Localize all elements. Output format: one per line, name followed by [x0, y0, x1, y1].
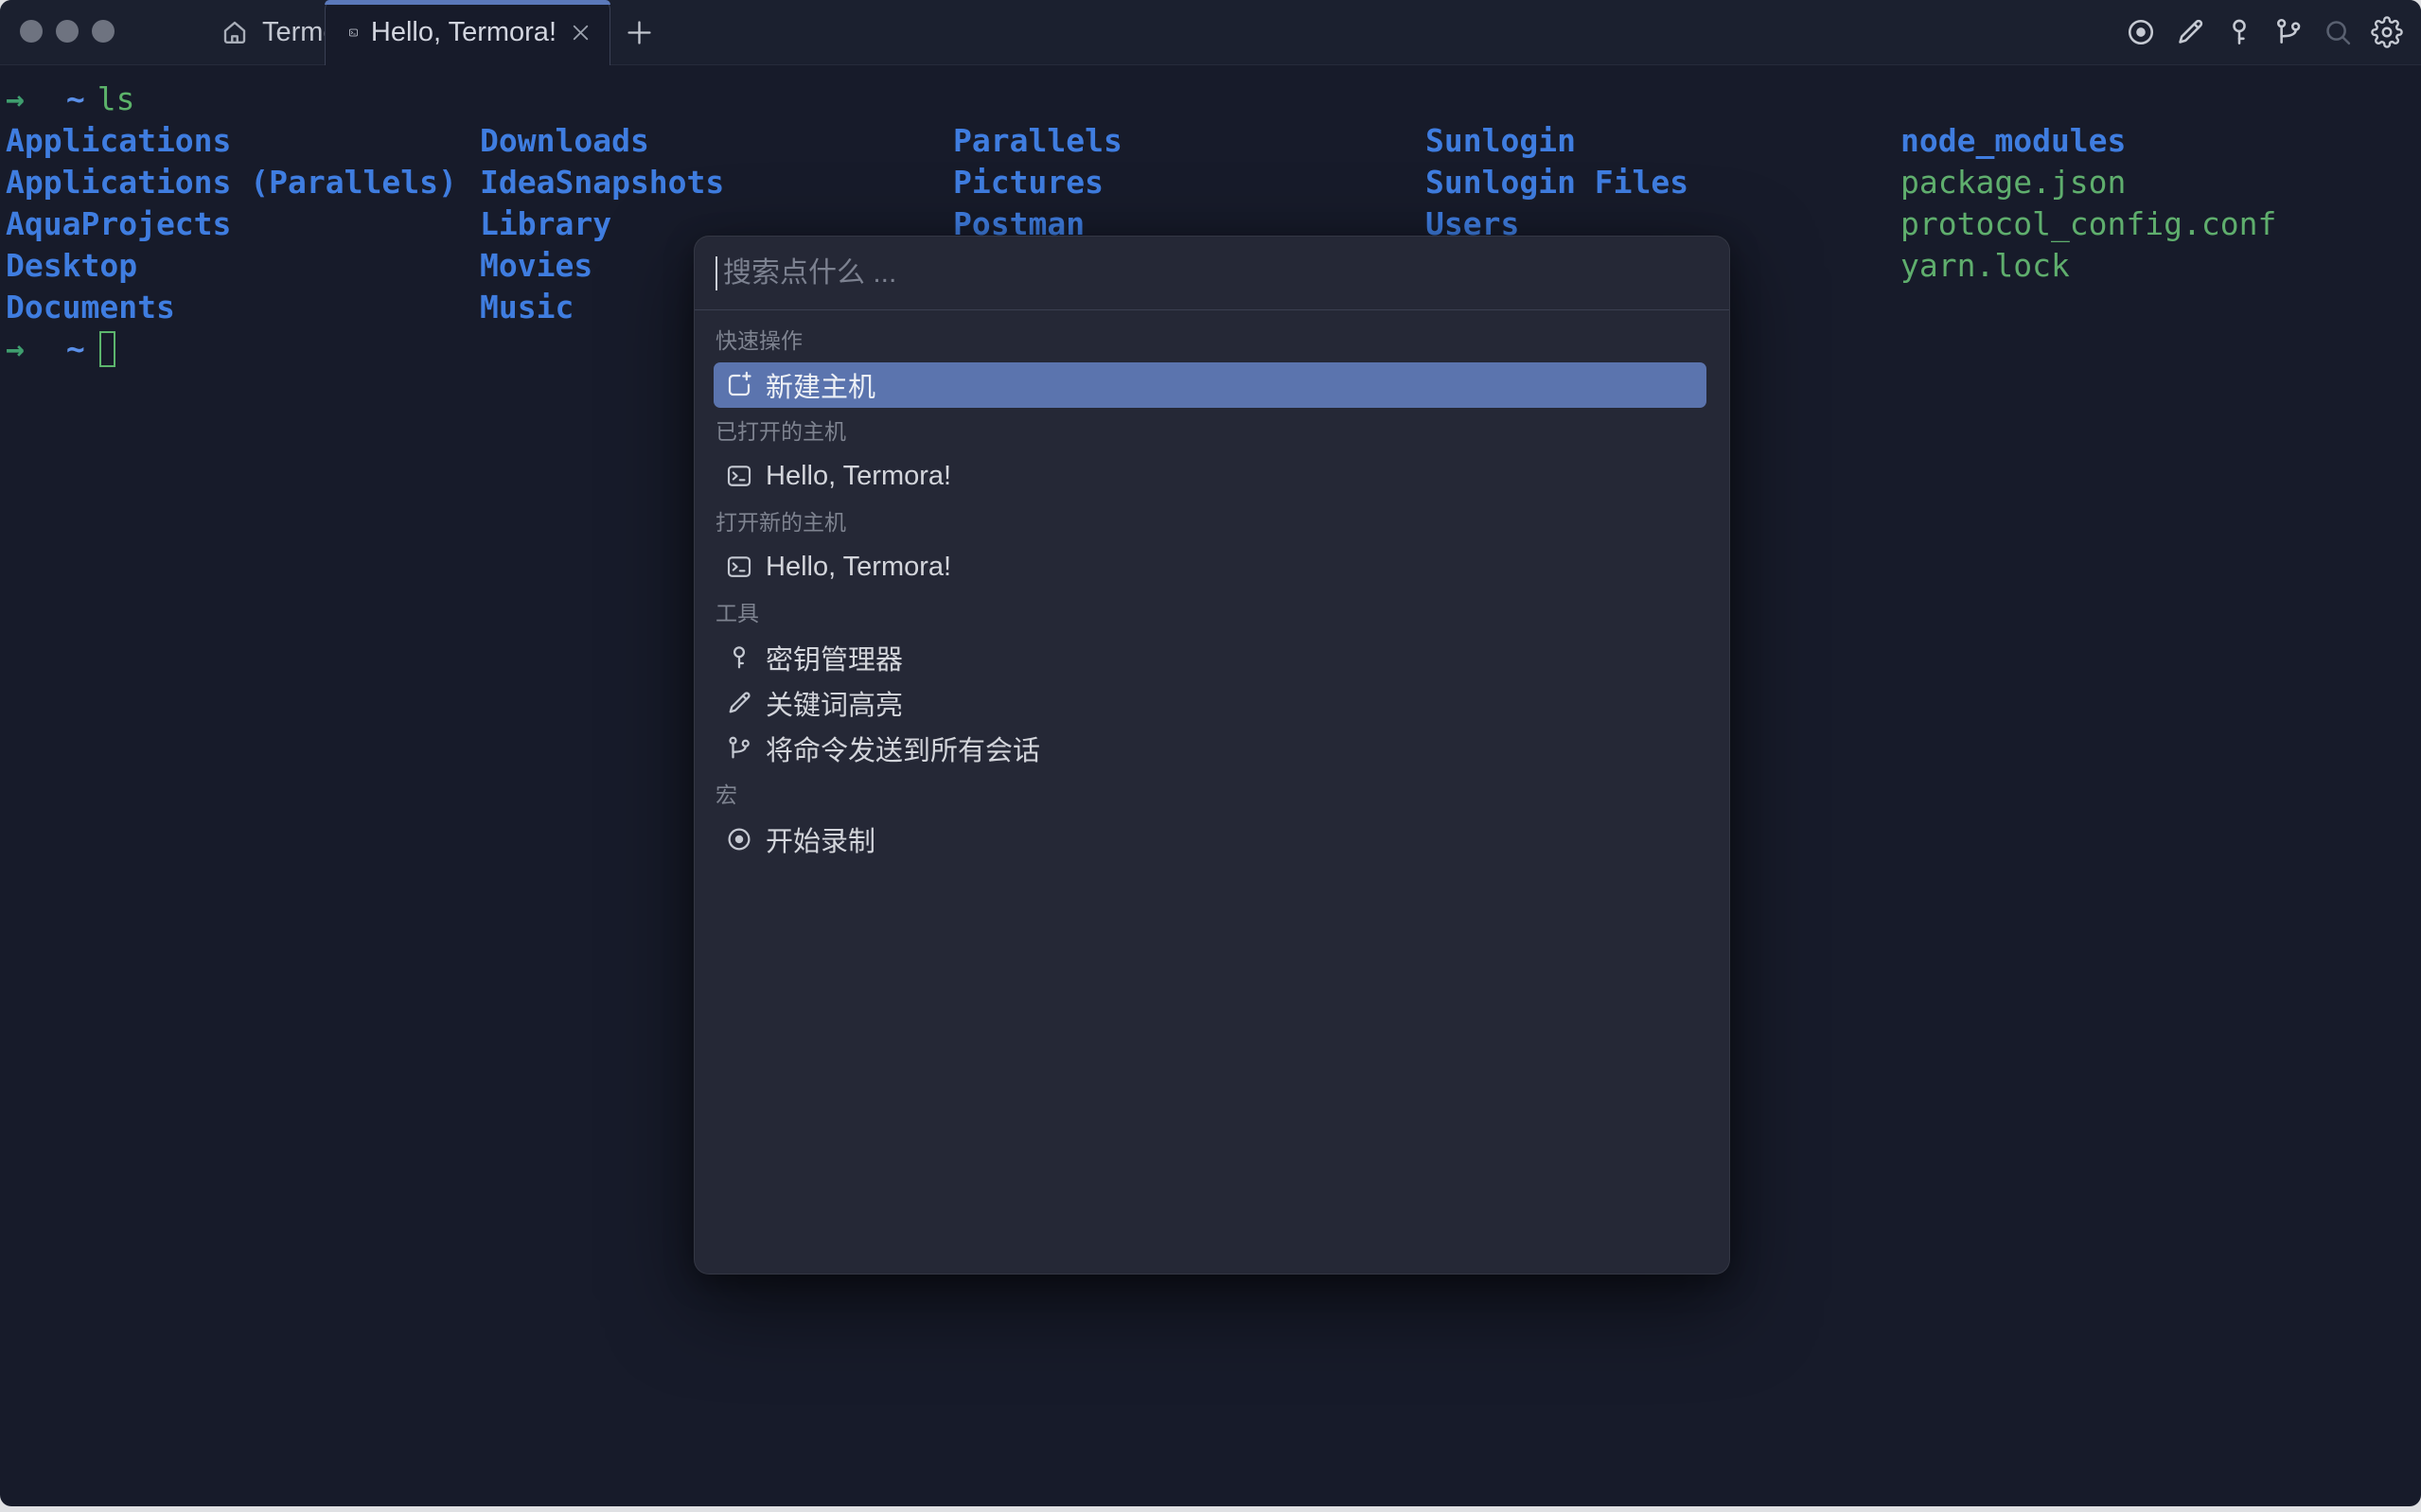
terminal-entry-dir: Sunlogin Files: [1425, 164, 1689, 201]
command-line: → ~ ls: [6, 79, 135, 120]
palette-section-label: 打开新的主机: [716, 510, 846, 535]
palette-item-label: 开始录制: [766, 827, 876, 857]
close-icon: [573, 25, 589, 41]
palette-list: 快速操作新建主机已打开的主机 Hello, Termora! 打开新的主机 Hello…: [695, 310, 1729, 862]
search-icon[interactable]: [2322, 16, 2354, 48]
palette-item-label: 关键词高亮: [766, 691, 904, 721]
terminal-entry-dir: Parallels: [953, 122, 1122, 159]
home-icon: [223, 21, 246, 44]
terminal-entry-dir: Desktop: [6, 247, 138, 284]
window-controls: [20, 20, 115, 43]
terminal-entry-dir: Applications: [6, 122, 232, 159]
app-window: Termora Hello, Termora! → ~ ls Application…: [0, 0, 2421, 1506]
terminal-entry-file: protocol_config.conf: [1900, 205, 2277, 242]
key-icon: [725, 643, 753, 672]
palette-item[interactable]: Hello, Termora!: [714, 544, 1706, 589]
terminal-entry-dir: Sunlogin: [1425, 122, 1576, 159]
new-host-icon: [725, 371, 753, 399]
palette-item[interactable]: 密钥管理器: [714, 635, 1706, 680]
zoom-button[interactable]: [92, 20, 115, 43]
palette-item[interactable]: Hello, Termora!: [714, 453, 1706, 499]
prompt-line: → ~: [6, 328, 115, 370]
close-button[interactable]: [20, 20, 43, 43]
palette-item[interactable]: 关键词高亮: [714, 680, 1706, 726]
minimize-button[interactable]: [56, 20, 79, 43]
terminal-entry-dir: Downloads: [480, 122, 649, 159]
palette-item-label: 新建主机: [766, 373, 876, 403]
terminal-entry-dir: IdeaSnapshots: [480, 164, 725, 201]
palette-item-label: 将命令发送到所有会话: [766, 736, 1041, 766]
palette-section-label: 已打开的主机: [716, 419, 846, 444]
new-tab-button[interactable]: [623, 16, 656, 49]
palette-section-label: 宏: [716, 782, 737, 807]
terminal-icon: [349, 28, 358, 37]
active-tab-accent: [325, 0, 610, 5]
terminal-entry-file: package.json: [1900, 164, 2127, 201]
terminal-icon: [725, 462, 753, 490]
key-icon[interactable]: [2223, 16, 2255, 48]
pencil-icon: [725, 689, 753, 717]
terminal-icon: [725, 553, 753, 581]
typed-command: ls: [97, 80, 135, 117]
terminal-entry-dir: Library: [480, 205, 612, 242]
palette-item[interactable]: 开始录制: [714, 817, 1706, 862]
pencil-icon[interactable]: [2174, 16, 2206, 48]
terminal-cursor: [98, 330, 115, 367]
terminal-entry-dir: Documents: [6, 289, 175, 325]
terminal-entry-dir: Movies: [480, 247, 593, 284]
record-icon: [725, 825, 753, 853]
tab-label: Hello, Termora!: [370, 17, 557, 47]
text-caret: [716, 255, 717, 290]
palette-item-label: 密钥管理器: [766, 645, 904, 676]
record-icon[interactable]: [2125, 16, 2157, 48]
command-palette: 快速操作新建主机已打开的主机 Hello, Termora! 打开新的主机 Hello…: [694, 236, 1730, 1275]
terminal-entry-file: yarn.lock: [1900, 247, 2070, 284]
terminal-entry-dir: Music: [480, 289, 574, 325]
toolbar-actions: [2125, 0, 2403, 64]
palette-item-label: Hello, Termora!: [766, 551, 952, 582]
palette-item-label: Hello, Termora!: [766, 460, 952, 491]
tab-hello-termora[interactable]: Hello, Termora!: [325, 0, 610, 65]
palette-item[interactable]: 将命令发送到所有会话: [714, 726, 1706, 771]
terminal-entry-dir: Applications (Parallels): [6, 164, 457, 201]
tab-bar: Termora Hello, Termora!: [0, 0, 2421, 65]
branch-icon: [725, 734, 753, 763]
prompt-cwd: ~: [65, 330, 85, 367]
palette-section-label: 工具: [716, 601, 759, 625]
terminal-entry-dir: Pictures: [953, 164, 1104, 201]
prompt-arrow: →: [6, 80, 25, 117]
close-tab-button[interactable]: [569, 21, 592, 44]
palette-item[interactable]: 新建主机: [714, 362, 1706, 408]
terminal-entry-dir: AquaProjects: [6, 205, 232, 242]
plus-icon: [627, 21, 651, 44]
palette-section-label: 快速操作: [716, 328, 803, 353]
search-input[interactable]: [721, 255, 1708, 290]
branch-icon[interactable]: [2272, 16, 2305, 48]
prompt-cwd: ~: [65, 80, 85, 117]
palette-search: [695, 237, 1729, 310]
terminal-entry-dir: node_modules: [1900, 122, 2127, 159]
gear-icon[interactable]: [2371, 16, 2403, 48]
prompt-arrow: →: [6, 330, 25, 367]
